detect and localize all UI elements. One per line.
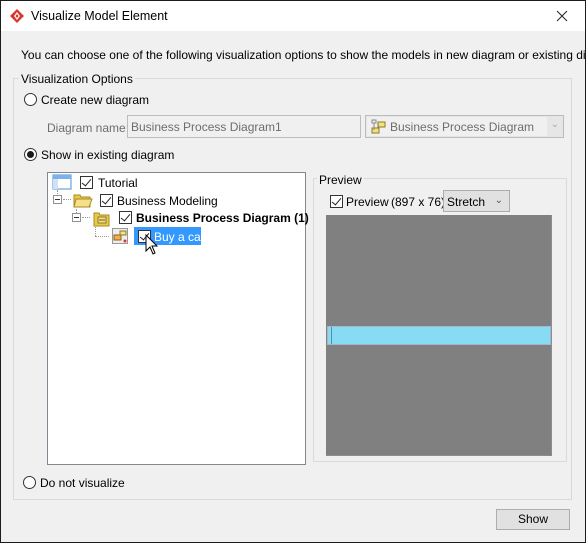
- create-new-diagram-label[interactable]: Create new diagram: [41, 93, 149, 107]
- diagram-name-input[interactable]: Business Process Diagram1: [127, 115, 361, 138]
- tree-expander-business-process-diagram[interactable]: [72, 213, 81, 222]
- diagram-type-value: Business Process Diagram: [390, 120, 535, 134]
- diagram-folder-icon: [93, 212, 110, 227]
- folder-open-icon: [73, 194, 93, 208]
- tree-checkbox-tutorial[interactable]: [80, 176, 93, 189]
- intro-text: You can choose one of the following visu…: [21, 48, 586, 62]
- tree-item-business-modeling[interactable]: Business Modeling: [117, 194, 218, 208]
- show-button[interactable]: Show: [496, 509, 570, 530]
- tree-item-buy-a-car[interactable]: Buy a car: [154, 230, 205, 244]
- diagram-name-label: Diagram name:: [47, 121, 130, 135]
- preview-mode-select[interactable]: Stretch ⌄: [443, 190, 510, 212]
- tree-item-business-process-diagram[interactable]: Business Process Diagram (1): [136, 211, 309, 225]
- tree-checkbox-business-process-diagram[interactable]: [119, 211, 132, 224]
- show-existing-diagram-label[interactable]: Show in existing diagram: [41, 148, 174, 162]
- close-icon: [556, 10, 568, 22]
- tree-checkbox-business-modeling[interactable]: [100, 194, 113, 207]
- diagram-type-select[interactable]: Business Process Diagram ⌄: [365, 115, 564, 138]
- preview-checkbox[interactable]: [330, 195, 343, 208]
- preview-group-label: Preview: [317, 173, 364, 187]
- visualization-options-label: Visualization Options: [19, 72, 135, 86]
- create-new-diagram-radio[interactable]: [24, 93, 37, 106]
- business-process-diagram-icon: [371, 119, 386, 134]
- chevron-down-icon: ⌄: [494, 195, 503, 206]
- title-bar: Visualize Model Element: [1, 1, 585, 31]
- visualize-model-element-dialog: Visualize Model Element You can choose o…: [0, 0, 586, 543]
- project-icon: [52, 174, 72, 190]
- window-title: Visualize Model Element: [31, 9, 168, 23]
- preview-mode-value: Stretch: [447, 195, 486, 209]
- mouse-cursor-icon: [145, 234, 159, 255]
- pool-header: [328, 327, 332, 344]
- preview-pool-lane: [327, 326, 551, 345]
- business-process-diagram-icon: [112, 228, 128, 244]
- diagram-name-value: Business Process Diagram1: [131, 120, 282, 134]
- chevron-down-icon: ⌄: [550, 119, 559, 130]
- tree-item-tutorial[interactable]: Tutorial: [98, 176, 138, 190]
- preview-checkbox-label[interactable]: Preview: [346, 195, 389, 209]
- tree-expander-business-modeling[interactable]: [53, 195, 62, 204]
- close-button[interactable]: [539, 1, 585, 31]
- do-not-visualize-radio[interactable]: [23, 476, 36, 489]
- show-existing-diagram-radio[interactable]: [24, 148, 37, 161]
- visual-paradigm-logo-icon: [10, 9, 24, 23]
- do-not-visualize-label[interactable]: Do not visualize: [40, 476, 125, 490]
- preview-size-text: (897 x 76): [391, 195, 446, 209]
